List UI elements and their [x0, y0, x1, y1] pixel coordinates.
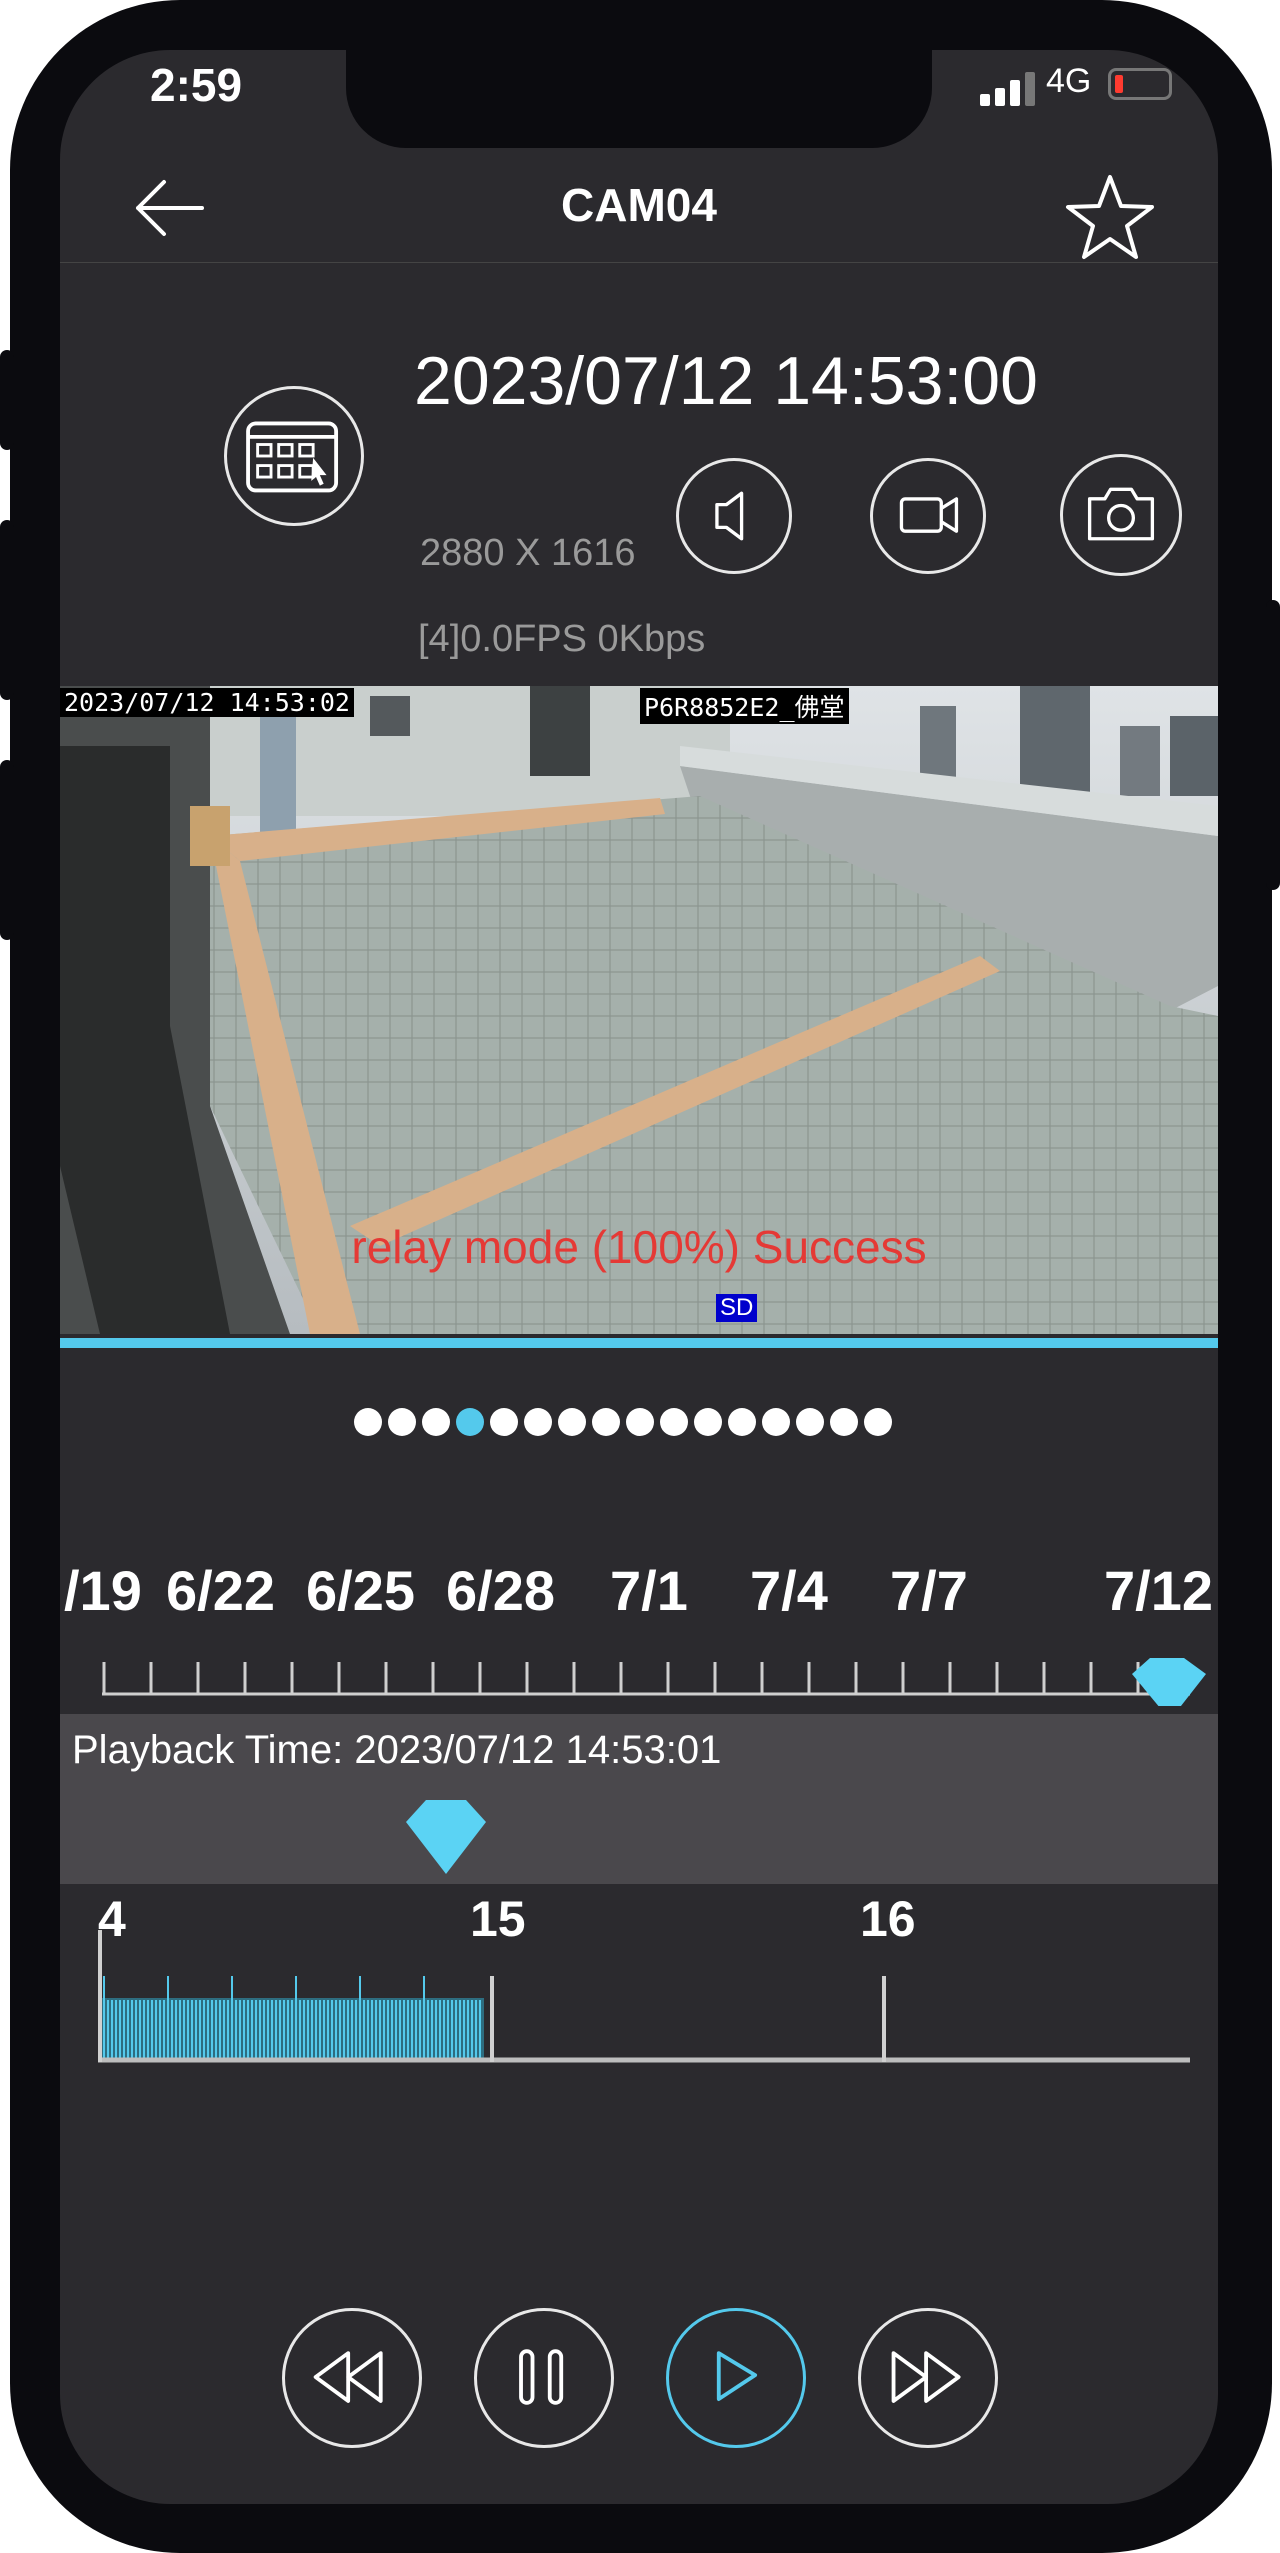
speaker-icon	[715, 491, 744, 541]
hour-timeline[interactable]: 4 15 16	[60, 1890, 1218, 2090]
calendar-icon	[246, 421, 339, 493]
stream-stats: [4]0.0FPS 0Kbps	[418, 618, 706, 660]
page-dot[interactable]	[626, 1408, 654, 1436]
recording-datetime: 2023/07/12 14:53:00	[414, 343, 1038, 419]
page-dot[interactable]	[694, 1408, 722, 1436]
nav-header: CAM04	[60, 150, 1218, 263]
signal-icon	[980, 72, 1038, 106]
fast-forward-icon	[891, 2351, 961, 2403]
pause-icon	[519, 2349, 564, 2405]
date-label: 6/28	[446, 1559, 555, 1622]
date-timeline-labels: /19 6/22 6/25 6/28 7/1 7/4 7/7 7/12	[60, 1558, 1218, 1628]
page-dot[interactable]	[830, 1408, 858, 1436]
page-dot[interactable]	[490, 1408, 518, 1436]
battery-icon	[1108, 68, 1172, 100]
playback-bar: Playback Time: 2023/07/12 14:53:01	[60, 1714, 1218, 1884]
power-button	[1266, 600, 1280, 890]
date-label: 7/4	[750, 1559, 828, 1622]
fast-forward-button[interactable]	[858, 2308, 998, 2448]
record-button[interactable]	[870, 458, 986, 574]
star-icon[interactable]	[1065, 172, 1155, 262]
volume-down-button	[0, 760, 14, 940]
playback-time-label: Playback Time: 2023/07/12 14:53:01	[72, 1728, 722, 1772]
page-dot[interactable]	[422, 1408, 450, 1436]
relay-status: relay mode (100%) Success	[351, 1221, 927, 1273]
page-dot[interactable]	[762, 1408, 790, 1436]
rewind-button[interactable]	[282, 2308, 422, 2448]
recording-segments	[98, 1930, 1190, 2063]
page-dot[interactable]	[388, 1408, 416, 1436]
playback-controls	[60, 2308, 1218, 2458]
volume-up-button	[0, 520, 14, 700]
page-dot[interactable]	[558, 1408, 586, 1436]
video-progress-bar	[60, 1338, 1218, 1348]
sd-badge: SD	[716, 1294, 758, 1322]
page-title: CAM04	[561, 179, 717, 231]
mute-switch	[0, 350, 14, 450]
date-label: /19	[64, 1559, 142, 1622]
page-dot[interactable]	[592, 1408, 620, 1436]
camera-icon	[1087, 487, 1155, 541]
video-player[interactable]: 2023/07/12 14:53:02 P6R8852E2_佛堂 relay m…	[60, 686, 1218, 1334]
phone-frame: 2:59 4G CAM04 2023/07/12 14:53:00 2880 X…	[0, 0, 1280, 2553]
page-dot[interactable]	[796, 1408, 824, 1436]
page-dot[interactable]	[728, 1408, 756, 1436]
date-marker[interactable]	[1132, 1658, 1206, 1706]
notch	[346, 50, 932, 148]
date-label: 7/1	[610, 1559, 688, 1622]
date-timeline-ruler[interactable]	[60, 1646, 1218, 1706]
date-label: 6/22	[166, 1559, 275, 1622]
page-dot[interactable]	[524, 1408, 552, 1436]
date-label: 7/12	[1104, 1559, 1213, 1622]
pause-button[interactable]	[474, 2308, 614, 2448]
video-camera-icon	[899, 497, 959, 533]
page-dot[interactable]	[660, 1408, 688, 1436]
snapshot-button[interactable]	[1060, 454, 1182, 576]
rewind-icon	[313, 2351, 383, 2403]
date-label: 6/25	[306, 1559, 415, 1622]
play-icon	[716, 2351, 758, 2401]
audio-button[interactable]	[676, 458, 792, 574]
resolution-label: 2880 X 1616	[420, 532, 636, 574]
osd-camera-name: P6R8852E2_佛堂	[640, 688, 849, 724]
date-label: 7/7	[890, 1559, 968, 1622]
playback-scrubber[interactable]	[404, 1798, 490, 1878]
calendar-button[interactable]	[224, 386, 364, 526]
page-dot[interactable]	[864, 1408, 892, 1436]
network-type: 4G	[1046, 62, 1092, 100]
play-button[interactable]	[666, 2308, 806, 2448]
osd-timestamp: 2023/07/12 14:53:02	[60, 688, 354, 717]
status-time: 2:59	[150, 59, 243, 111]
page-dot[interactable]	[456, 1408, 484, 1436]
app-screen: 2:59 4G CAM04 2023/07/12 14:53:00 2880 X…	[60, 50, 1218, 2504]
page-dot[interactable]	[354, 1408, 382, 1436]
